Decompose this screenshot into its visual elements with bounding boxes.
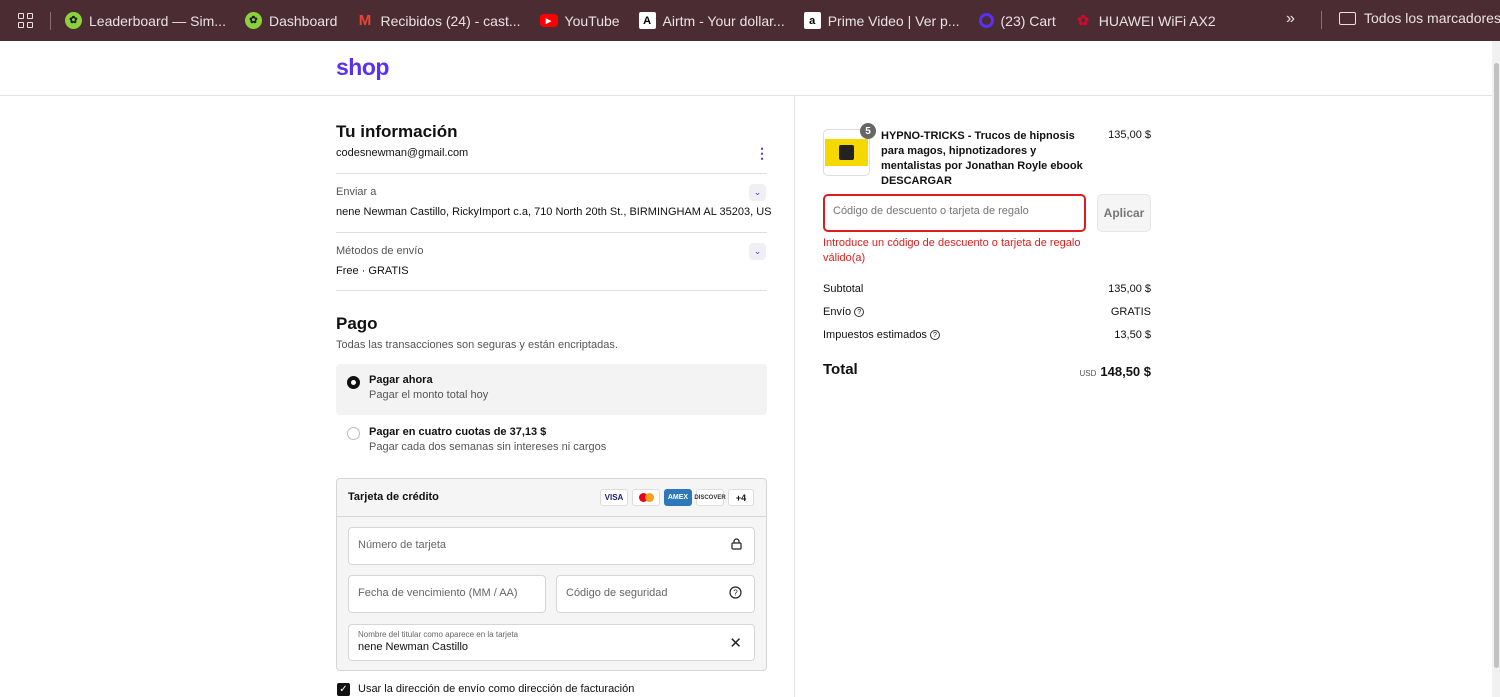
more-options-icon[interactable]: ⋮ <box>755 146 769 160</box>
all-bookmarks-folder[interactable]: Todos los marcadores <box>1339 10 1500 26</box>
bookmarks-bar: ✿ Leaderboard — Sim... ✿ Dashboard M Rec… <box>0 0 1500 41</box>
expiry-field[interactable]: Fecha de vencimiento (MM / AA) <box>348 575 546 613</box>
divider <box>336 232 767 233</box>
card-number-field[interactable]: Número de tarjeta <box>348 527 755 565</box>
bookmark-prime-video[interactable]: a Prime Video | Ver p... <box>803 12 960 29</box>
help-icon[interactable]: ? <box>729 586 742 602</box>
total-amount: USD 148,50 $ <box>1080 364 1152 379</box>
quantity-badge: 5 <box>860 123 876 139</box>
more-brands-badge: +4 <box>728 489 754 506</box>
pay-installments-sublabel: Pagar cada dos semanas sin intereses ni … <box>369 441 607 453</box>
subtotal-value: 135,00 $ <box>1108 283 1151 295</box>
mastercard-icon <box>632 489 660 506</box>
product-name: HYPNO-TRICKS - Trucos de hipnosis para m… <box>881 130 1083 187</box>
amex-icon: AMEX <box>664 489 692 506</box>
product-price: 135,00 $ <box>1108 129 1151 141</box>
ship-to-label: Enviar a <box>336 186 377 198</box>
pay-now-label: Pagar ahora <box>369 374 433 386</box>
payment-title: Pago <box>336 314 378 333</box>
total-value: 148,50 $ <box>1100 364 1151 379</box>
amazon-icon: a <box>803 12 821 29</box>
discover-icon: DISCOVER <box>694 489 726 506</box>
taxes-row: Impuestos estimados? 13,50 $ <box>823 329 1151 341</box>
shipping-methods-label: Métodos de envío <box>336 245 424 257</box>
currency-code: USD <box>1079 369 1097 378</box>
total-label: Total <box>823 361 858 378</box>
payment-subtitle: Todas las transacciones son seguras y es… <box>336 339 618 351</box>
svg-text:?: ? <box>733 589 738 598</box>
discount-code-input[interactable] <box>833 205 1073 217</box>
pay-installments-label: Pagar en cuatro cuotas de 37,13 $ <box>369 426 547 438</box>
divider <box>336 173 767 174</box>
bookmark-dashboard[interactable]: ✿ Dashboard <box>244 12 337 29</box>
subtotal-row: Subtotal 135,00 $ <box>823 283 1151 295</box>
shipping-row: Envío? GRATIS <box>823 306 1151 318</box>
subtotal-label: Subtotal <box>823 283 864 295</box>
bookmarks-separator <box>50 11 51 30</box>
lock-icon <box>731 538 742 553</box>
huawei-icon: ✿ <box>1077 12 1090 28</box>
cardholder-name-field[interactable]: Nombre del titular como aparece en la ta… <box>348 624 755 661</box>
gmail-icon: M <box>358 12 372 29</box>
security-code-field[interactable]: Código de seguridad ? <box>556 575 755 613</box>
scrollbar-thumb[interactable] <box>1494 63 1499 668</box>
cardholder-name-value: nene Newman Castillo <box>358 641 469 653</box>
discount-error-message: Introduce un código de descuento o tarje… <box>823 237 1081 264</box>
cart-icon <box>978 13 994 28</box>
taxes-label: Impuestos estimados <box>823 329 927 341</box>
taxes-value: 13,50 $ <box>1114 329 1151 341</box>
help-icon[interactable]: ? <box>929 330 940 341</box>
bookmark-youtube[interactable]: ▶ YouTube <box>539 13 620 29</box>
credit-card-panel: Tarjeta de crédito VISA AMEX DISCOVER +4… <box>336 478 767 671</box>
total-row: Total USD 148,50 $ <box>823 361 1151 381</box>
pay-now-radio[interactable] <box>347 376 360 389</box>
pay-installments-radio[interactable] <box>347 427 360 440</box>
bookmark-cart[interactable]: (23) Cart <box>978 13 1056 29</box>
chatgpt-green-icon: ✿ <box>244 12 262 29</box>
security-code-placeholder: Código de seguridad <box>566 587 668 599</box>
shop-logo[interactable]: shop <box>336 54 389 81</box>
divider <box>336 290 767 291</box>
shipping-label: Envío <box>823 306 852 318</box>
info-title: Tu información <box>336 122 458 141</box>
apply-discount-button[interactable]: Aplicar <box>1097 194 1151 232</box>
ship-to-address: nene Newman Castillo, RickyImport c.a, 7… <box>336 206 772 218</box>
cardholder-name-label: Nombre del titular como aparece en la ta… <box>358 630 519 639</box>
contact-email: codesnewman@gmail.com <box>336 147 469 159</box>
bookmark-airtm[interactable]: A Airtm - Your dollar... <box>638 12 785 29</box>
pay-now-option[interactable]: Pagar ahora Pagar el monto total hoy <box>336 364 767 415</box>
pay-now-sublabel: Pagar el monto total hoy <box>369 389 489 401</box>
shop-header: shop <box>0 41 1492 96</box>
billing-same-label: Usar la dirección de envío como direcció… <box>358 683 635 695</box>
column-divider <box>794 96 795 697</box>
credit-card-header[interactable]: Tarjeta de crédito VISA AMEX DISCOVER +4 <box>337 479 766 517</box>
airtm-icon: A <box>638 12 656 29</box>
chatgpt-green-icon: ✿ <box>65 12 82 29</box>
expiry-placeholder: Fecha de vencimiento (MM / AA) <box>358 587 518 599</box>
help-icon[interactable]: ? <box>854 307 865 318</box>
bookmark-gmail[interactable]: M Recibidos (24) - cast... <box>356 12 521 29</box>
clear-icon[interactable]: ✕ <box>729 634 742 652</box>
card-number-placeholder: Número de tarjeta <box>358 539 447 551</box>
chevron-down-icon[interactable]: ⌄ <box>749 184 766 201</box>
bookmarks-separator <box>1321 11 1322 29</box>
bookmark-leaderboard[interactable]: ✿ Leaderboard — Sim... <box>65 12 226 29</box>
billing-same-checkbox[interactable]: ✓ <box>337 683 350 696</box>
shipping-value: GRATIS <box>1110 306 1151 318</box>
youtube-icon: ▶ <box>539 14 558 27</box>
visa-icon: VISA <box>600 489 628 506</box>
discount-code-field[interactable] <box>823 194 1086 232</box>
bookmark-huawei[interactable]: ✿ HUAWEI WiFi AX2 <box>1075 12 1215 29</box>
folder-icon <box>1339 11 1356 25</box>
page-scrollbar[interactable] <box>1492 41 1500 697</box>
chevron-down-icon[interactable]: ⌄ <box>749 243 766 260</box>
shipping-method-value: Free · GRATIS <box>336 265 409 277</box>
apps-grid-icon[interactable] <box>0 13 50 28</box>
more-bookmarks-chevron-icon[interactable]: » <box>1286 10 1295 28</box>
credit-card-title: Tarjeta de crédito <box>348 491 439 503</box>
pay-installments-option[interactable]: Pagar en cuatro cuotas de 37,13 $ Pagar … <box>336 416 767 467</box>
